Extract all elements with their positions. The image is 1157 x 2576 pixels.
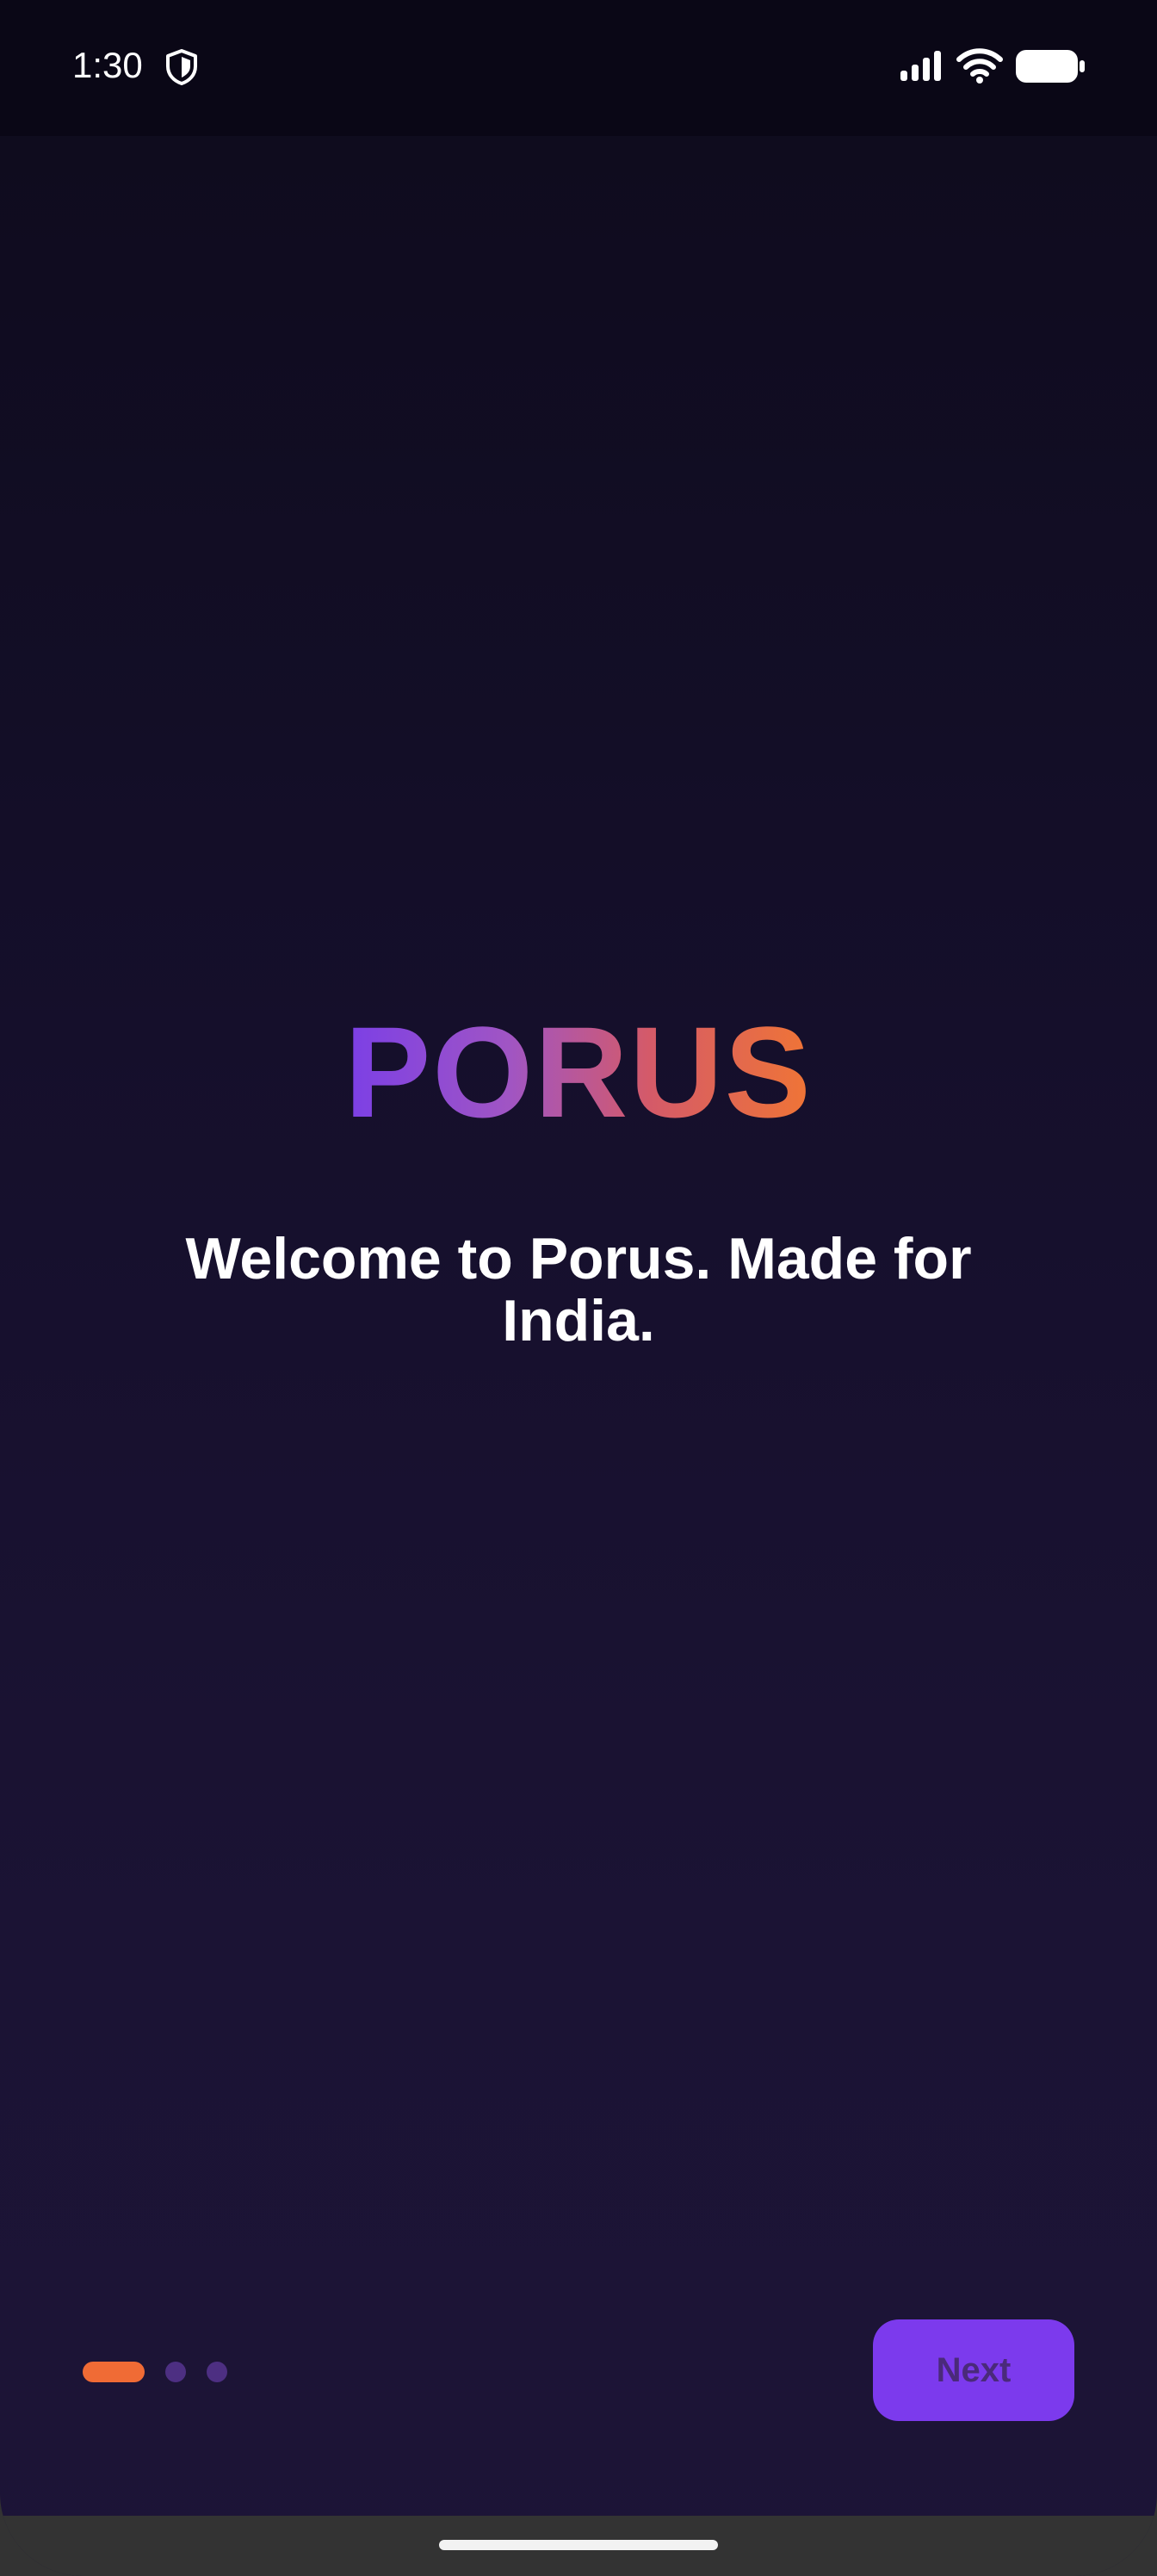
onboarding-screen: 1:30 PORUS Welcome to Porus. Made for In… xyxy=(0,0,1157,2576)
page-indicator-dot xyxy=(165,2362,186,2382)
welcome-message: Welcome to Porus. Made for India. xyxy=(185,1226,972,1353)
signal-icon xyxy=(900,51,941,81)
page-indicator xyxy=(83,2361,248,2383)
logo: PORUS xyxy=(0,999,1157,1145)
page-indicator-dot xyxy=(207,2362,227,2382)
screen: 1:30 PORUS Welcome to Porus. Made for In… xyxy=(0,0,1157,2576)
status-time: 1:30 xyxy=(72,45,143,85)
shield-icon xyxy=(166,49,197,85)
page-indicator-dot-active xyxy=(83,2362,145,2382)
status-bar: 1:30 xyxy=(0,0,1157,136)
next-button[interactable]: Next xyxy=(873,2319,1074,2421)
logo-text: PORUS xyxy=(344,1000,813,1144)
wifi-icon xyxy=(956,48,1003,84)
battery-icon xyxy=(1016,50,1085,83)
home-indicator[interactable] xyxy=(439,2540,718,2550)
